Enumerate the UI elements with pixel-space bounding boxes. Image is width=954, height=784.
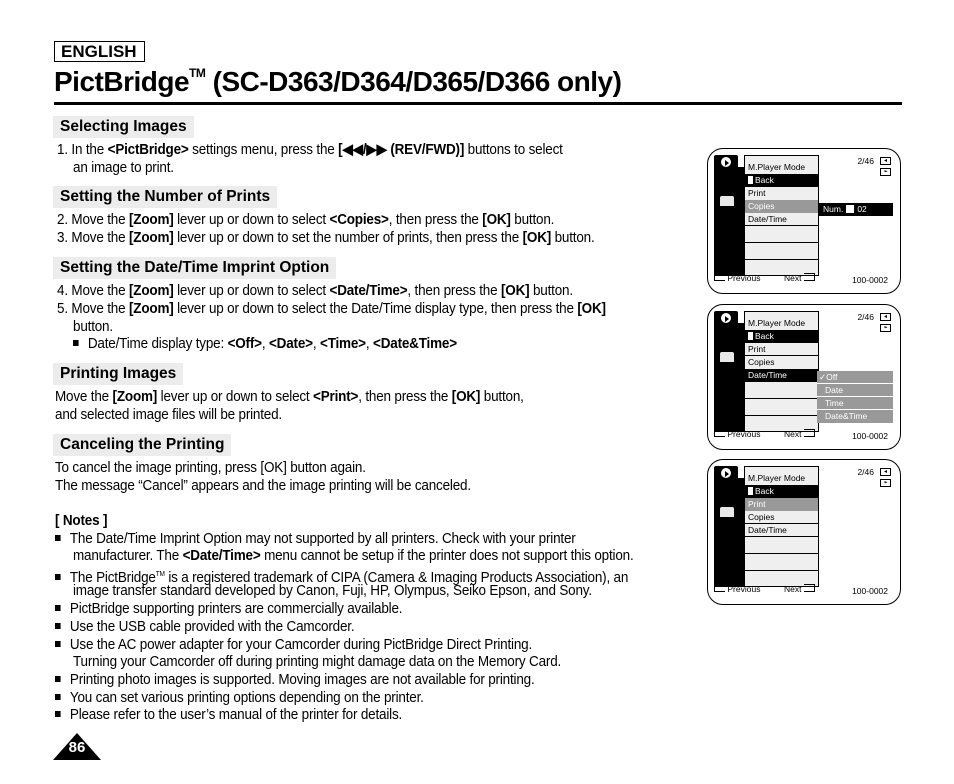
protect-icon: ⌁ xyxy=(880,324,891,332)
step-3: 3. Move the [Zoom] lever up or down to s… xyxy=(57,230,595,246)
protect-icon: ⌁ xyxy=(880,168,891,176)
menu-item-datetime[interactable]: Date/Time xyxy=(745,213,818,226)
menu-mode-title: M.Player Mode xyxy=(748,473,806,483)
previous-button[interactable]: Previous xyxy=(714,273,760,283)
note-1-cont: manufacturer. The <Date/Time> menu canno… xyxy=(73,548,634,564)
notes-heading: [ Notes ] xyxy=(55,513,108,529)
section-heading-number: Setting the Number of Prints xyxy=(53,186,278,208)
language-label: ENGLISH xyxy=(54,41,145,62)
datetime-types: Date/Time display type: <Off>, <Date>, <… xyxy=(73,336,457,354)
section-heading-datetime: Setting the Date/Time Imprint Option xyxy=(53,257,337,279)
menu-item-datetime[interactable]: Date/Time xyxy=(745,369,818,382)
printing-text-cont: and selected image files will be printed… xyxy=(55,407,282,423)
page-number: 86 xyxy=(68,739,86,756)
playback-mode-icon xyxy=(714,311,738,326)
step-1: 1. In the <PictBridge> settings menu, pr… xyxy=(57,142,563,158)
menu-mode-title: M.Player Mode xyxy=(748,318,806,328)
section-heading-printing: Printing Images xyxy=(53,363,184,385)
previous-button[interactable]: Previous xyxy=(714,584,760,594)
image-counter: 2/46 xyxy=(857,312,874,322)
note-8: Please refer to the user’s manual of the… xyxy=(55,707,402,725)
step-5-cont: button. xyxy=(73,319,113,335)
note-6: Printing photo images is supported. Movi… xyxy=(55,672,535,690)
lcd-screen-copies: M.Player Mode Back Print Copies Date/Tim… xyxy=(707,148,901,294)
bullet xyxy=(73,340,79,346)
menu-item-print[interactable]: Print xyxy=(745,498,818,511)
option-off[interactable]: ✓Off xyxy=(817,371,893,384)
note-3: PictBridge supporting printers are comme… xyxy=(55,601,403,619)
card-icon: ◂ xyxy=(880,157,891,165)
menu-item-back[interactable]: Back xyxy=(745,485,818,498)
playback-mode-icon xyxy=(714,155,738,170)
next-button[interactable]: Next xyxy=(784,273,815,283)
note-2-cont: image transfer standard developed by Can… xyxy=(73,583,592,599)
image-counter: 2/46 xyxy=(857,467,874,477)
printer-icon xyxy=(720,196,734,206)
previous-button[interactable]: Previous xyxy=(714,429,760,439)
trademark-mark: TM xyxy=(189,66,206,80)
cancel-text-1: To cancel the image printing, press [OK]… xyxy=(55,460,366,476)
next-button[interactable]: Next xyxy=(784,584,815,594)
protect-icon: ⌁ xyxy=(880,479,891,487)
file-id: 100-0002 xyxy=(852,275,888,285)
title-main: PictBridge xyxy=(54,66,190,97)
card-icon: ◂ xyxy=(880,468,891,476)
menu-item-copies[interactable]: Copies xyxy=(745,200,818,213)
menu-item-datetime[interactable]: Date/Time xyxy=(745,524,818,537)
card-icon: ◂ xyxy=(880,313,891,321)
menu-mode-title: M.Player Mode xyxy=(748,162,806,172)
lcd-screen-datetime: M.Player Mode Back Print Copies Date/Tim… xyxy=(707,304,901,450)
menu-panel: M.Player Mode Back Print Copies Date/Tim… xyxy=(744,155,819,276)
step-5: 5. Move the [Zoom] lever up or down to s… xyxy=(57,301,606,317)
menu-item-back[interactable]: Back xyxy=(745,174,818,187)
next-button[interactable]: Next xyxy=(784,429,815,439)
lcd-screen-print: M.Player Mode Back Print Copies Date/Tim… xyxy=(707,459,901,605)
image-counter: 2/46 xyxy=(857,156,874,166)
printing-text: Move the [Zoom] lever up or down to sele… xyxy=(55,389,524,405)
copies-icon xyxy=(846,205,855,213)
option-time[interactable]: Time xyxy=(817,397,893,410)
section-heading-canceling: Canceling the Printing xyxy=(53,434,232,456)
option-date-time[interactable]: Date&Time xyxy=(817,410,893,423)
menu-item-copies[interactable]: Copies xyxy=(745,356,818,369)
menu-panel: M.Player Mode Back Print Copies Date/Tim… xyxy=(744,466,819,587)
menu-item-print[interactable]: Print xyxy=(745,187,818,200)
note-7: You can set various printing options dep… xyxy=(55,690,424,708)
note-5-cont: Turning your Camcorder off during printi… xyxy=(73,654,562,670)
cancel-text-2: The message “Cancel” appears and the ima… xyxy=(55,478,471,494)
file-id: 100-0002 xyxy=(852,431,888,441)
menu-panel: M.Player Mode Back Print Copies Date/Tim… xyxy=(744,311,819,432)
playback-mode-icon xyxy=(714,466,738,481)
file-id: 100-0002 xyxy=(852,586,888,596)
copies-value-bar[interactable]: Num. 02 xyxy=(819,203,893,216)
printer-icon xyxy=(720,352,734,362)
printer-icon xyxy=(720,507,734,517)
note-1: The Date/Time Imprint Option may not sup… xyxy=(55,531,576,549)
step-1-cont: an image to print. xyxy=(73,160,174,176)
menu-item-back[interactable]: Back xyxy=(745,330,818,343)
menu-item-copies[interactable]: Copies xyxy=(745,511,818,524)
title-models: (SC-D363/D364/D365/D366 only) xyxy=(205,66,622,97)
menu-item-print[interactable]: Print xyxy=(745,343,818,356)
note-5: Use the AC power adapter for your Camcor… xyxy=(55,637,532,655)
step-2: 2. Move the [Zoom] lever up or down to s… xyxy=(57,212,555,228)
page-title: PictBridgeTM (SC-D363/D364/D365/D366 onl… xyxy=(54,66,622,98)
step-4: 4. Move the [Zoom] lever up or down to s… xyxy=(57,283,573,299)
section-heading-selecting: Selecting Images xyxy=(53,116,194,138)
datetime-submenu: ✓Off Date Time Date&Time xyxy=(817,371,893,423)
note-4: Use the USB cable provided with the Camc… xyxy=(55,619,355,637)
option-date[interactable]: Date xyxy=(817,384,893,397)
title-rule xyxy=(54,102,902,105)
